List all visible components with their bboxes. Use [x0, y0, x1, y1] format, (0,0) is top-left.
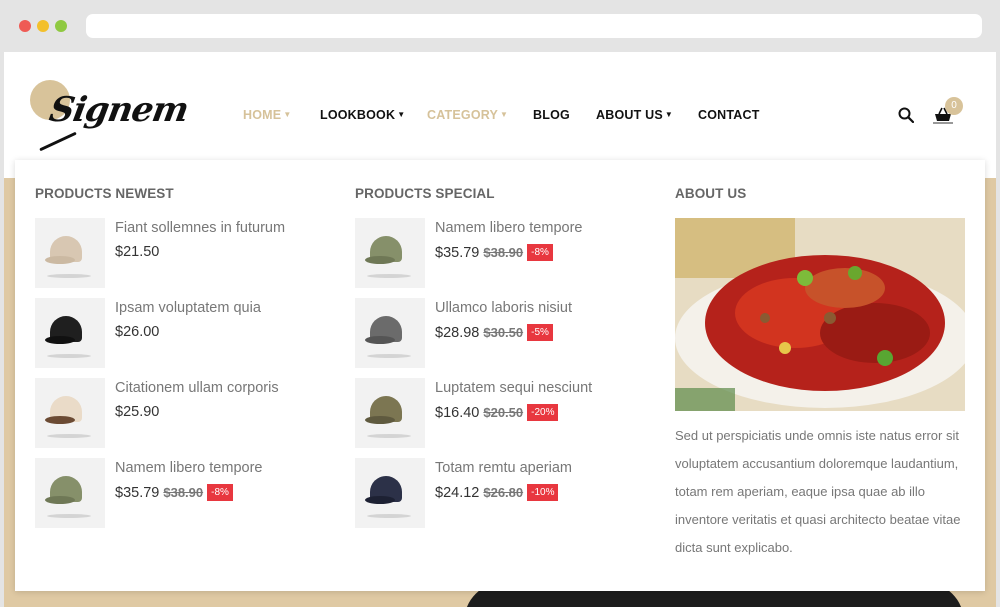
product-name[interactable]: Ullamco laboris nisiut	[435, 300, 572, 316]
cap-image	[45, 236, 93, 278]
product-price: $35.79 $38.90 -8%	[435, 244, 553, 261]
product-name[interactable]: Ipsam voluptatem quia	[115, 300, 261, 316]
current-price: $24.12	[435, 485, 480, 501]
discount-badge: -8%	[207, 484, 233, 501]
web-page: Signem HOME ▼ LOOKBOOK ▼ CATEGORY ▼ BLOG AB…	[4, 52, 996, 607]
current-price: $35.79	[435, 245, 480, 261]
cap-image	[365, 396, 413, 438]
logo-text: Signem	[46, 90, 192, 130]
nav-blog-label: BLOG	[533, 108, 570, 122]
product-thumbnail[interactable]	[355, 458, 425, 528]
chevron-down-icon: ▼	[500, 110, 509, 119]
chevron-down-icon: ▼	[664, 110, 674, 119]
nav-category-label: CATEGORY	[427, 108, 499, 122]
current-price: $21.50	[115, 244, 160, 260]
address-bar[interactable]	[86, 14, 982, 38]
nav-about-label: ABOUT US	[596, 108, 663, 122]
old-price: $20.50	[483, 405, 524, 420]
minimize-window-dot[interactable]	[37, 20, 49, 32]
product-name[interactable]: Namem libero tempore	[115, 460, 262, 476]
old-price: $30.50	[483, 325, 524, 340]
nav-home[interactable]: HOME ▼	[243, 108, 291, 122]
product-name[interactable]: Citationem ullam corporis	[115, 380, 279, 396]
nav-home-label: HOME	[243, 108, 282, 122]
close-window-dot[interactable]	[19, 20, 31, 32]
cap-image	[365, 316, 413, 358]
nav-contact-label: CONTACT	[698, 108, 760, 122]
old-price: $38.90	[163, 485, 204, 500]
product-item[interactable]: Ipsam voluptatem quia $26.00	[35, 298, 335, 368]
product-price: $16.40 $20.50 -20%	[435, 404, 559, 421]
cap-image	[45, 396, 93, 438]
product-thumbnail[interactable]	[355, 218, 425, 288]
cart-count-badge: 0	[945, 97, 963, 115]
product-thumbnail[interactable]	[35, 218, 105, 288]
product-name[interactable]: Namem libero tempore	[435, 220, 582, 236]
product-price: $24.12 $26.80 -10%	[435, 484, 559, 501]
product-price: $28.98 $30.50 -5%	[435, 324, 553, 341]
nav-contact[interactable]: CONTACT	[698, 108, 760, 122]
about-us-title: ABOUT US	[675, 186, 747, 201]
logo-swoosh	[39, 131, 77, 152]
current-price: $26.00	[115, 324, 160, 340]
discount-badge: -5%	[527, 324, 553, 341]
product-thumbnail[interactable]	[35, 298, 105, 368]
products-newest-title: PRODUCTS NEWEST	[35, 186, 174, 201]
product-price: $21.50	[115, 244, 159, 260]
cap-image	[45, 476, 93, 518]
product-price: $35.79 $38.90 -8%	[115, 484, 233, 501]
product-thumbnail[interactable]	[355, 378, 425, 448]
discount-badge: -10%	[527, 484, 559, 501]
current-price: $35.79	[115, 485, 160, 501]
current-price: $16.40	[435, 405, 480, 421]
nav-about-us[interactable]: ABOUT US ▼	[596, 108, 673, 122]
about-us-image	[675, 218, 965, 411]
mega-menu-dropdown: PRODUCTS NEWEST PRODUCTS SPECIAL ABOUT U…	[15, 160, 985, 591]
nav-lookbook-label: LOOKBOOK	[320, 108, 396, 122]
nav-blog[interactable]: BLOG	[533, 108, 570, 122]
browser-chrome	[0, 0, 1000, 52]
current-price: $25.90	[115, 404, 160, 420]
maximize-window-dot[interactable]	[55, 20, 67, 32]
chevron-down-icon: ▼	[397, 110, 406, 119]
discount-badge: -8%	[527, 244, 553, 261]
product-item[interactable]: Namem libero tempore $35.79 $38.90 -8%	[355, 218, 655, 288]
discount-badge: -20%	[527, 404, 559, 421]
products-special-title: PRODUCTS SPECIAL	[355, 186, 495, 201]
product-item[interactable]: Totam remtu aperiam $24.12 $26.80 -10%	[355, 458, 655, 528]
product-name[interactable]: Luptatem sequi nesciunt	[435, 380, 592, 396]
product-price: $26.00	[115, 324, 159, 340]
nav-category[interactable]: CATEGORY ▼	[427, 108, 508, 122]
old-price: $38.90	[483, 245, 524, 260]
nav-lookbook[interactable]: LOOKBOOK ▼	[320, 108, 405, 122]
old-price: $26.80	[483, 485, 524, 500]
product-name[interactable]: Fiant sollemnes in futurum	[115, 220, 285, 236]
product-item[interactable]: Luptatem sequi nesciunt $16.40 $20.50 -20%	[355, 378, 655, 448]
product-name[interactable]: Totam remtu aperiam	[435, 460, 572, 476]
product-price: $25.90	[115, 404, 159, 420]
product-item[interactable]: Fiant sollemnes in futurum $21.50	[35, 218, 335, 288]
current-price: $28.98	[435, 325, 480, 341]
product-item[interactable]: Namem libero tempore $35.79 $38.90 -8%	[35, 458, 335, 528]
search-icon[interactable]	[898, 107, 914, 123]
cap-image	[45, 316, 93, 358]
about-us-text: Sed ut perspiciatis unde omnis iste natu…	[675, 428, 961, 555]
logo[interactable]: Signem	[30, 78, 191, 152]
product-item[interactable]: Citationem ullam corporis $25.90	[35, 378, 335, 448]
cap-image	[365, 236, 413, 278]
product-item[interactable]: Ullamco laboris nisiut $28.98 $30.50 -5%	[355, 298, 655, 368]
product-thumbnail[interactable]	[35, 378, 105, 448]
cap-image	[365, 476, 413, 518]
product-thumbnail[interactable]	[355, 298, 425, 368]
chevron-down-icon: ▼	[283, 110, 292, 119]
product-thumbnail[interactable]	[35, 458, 105, 528]
